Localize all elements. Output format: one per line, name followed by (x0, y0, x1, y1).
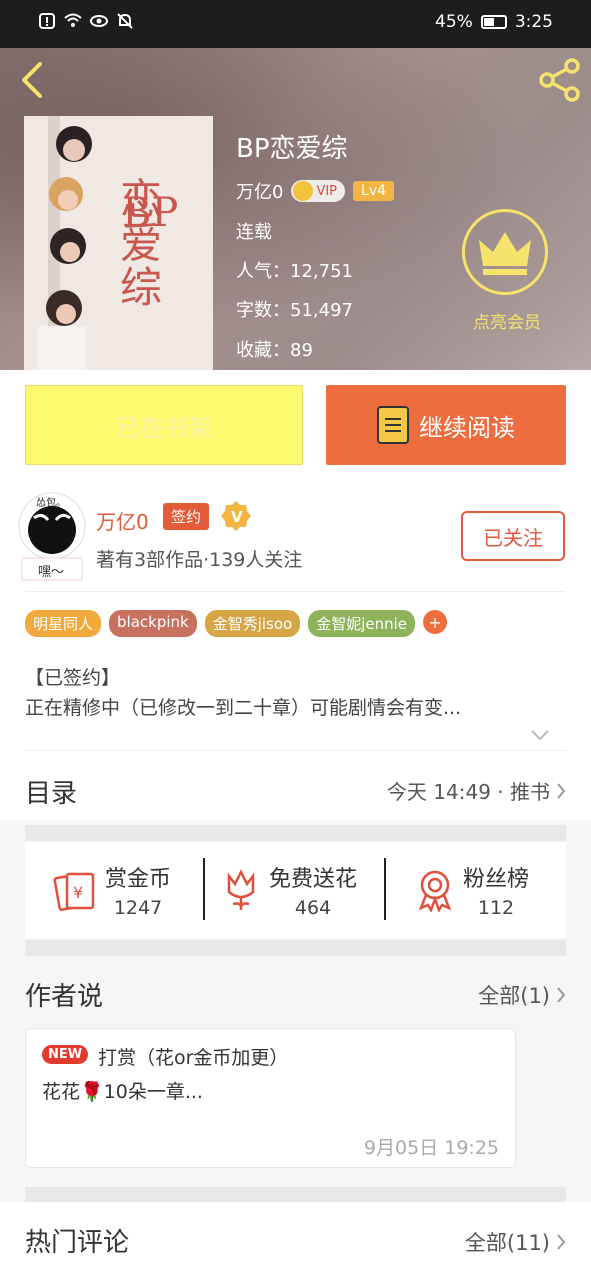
note-title: 打赏（花or金币加更） (98, 1047, 289, 1069)
author-row: 万亿0 VIP Lv4 (236, 178, 395, 204)
synopsis-text[interactable]: 正在精修中（已修改一到二十章）可能剧情会有变... (25, 693, 565, 720)
svg-text:V: V (231, 508, 243, 526)
hot-comments-title: 热门评论 (25, 1228, 130, 1258)
battery-icon (480, 15, 507, 29)
book-title: BP恋爱综 (236, 134, 348, 164)
author-stats: 著有3部作品·139人关注 (96, 549, 303, 571)
verified-badge-icon: V (221, 501, 251, 531)
note-timestamp: 9月05日 19:25 (363, 1137, 499, 1159)
crown-icon (479, 232, 531, 275)
cover-art: BP (24, 116, 213, 370)
book-cover[interactable]: BP 恋爱综 (24, 116, 213, 370)
divider (25, 591, 566, 592)
toc-meta-text: 今天 14:49 · 推书 (386, 780, 550, 804)
fan-ranking-stat[interactable]: 粉丝榜 112 (415, 842, 529, 938)
chevron-right-icon (557, 782, 566, 799)
book-icon (377, 406, 409, 444)
back-arrow-icon[interactable] (16, 60, 48, 100)
wifi-icon (64, 13, 82, 27)
support-stats-bar: ¥ 赏金币 1247 免费送花 464 粉丝榜 112 (25, 842, 566, 938)
chevron-down-icon[interactable] (530, 728, 550, 742)
in-bookshelf-button[interactable]: 已在书架 (25, 385, 303, 465)
comments-more[interactable]: 全部(11) (465, 1227, 566, 1257)
svg-text:¥: ¥ (73, 883, 83, 902)
stat-value: 464 (294, 897, 332, 919)
book-status: 连载 (236, 222, 272, 243)
book-favorites: 收藏：89 (236, 340, 313, 361)
author-name[interactable]: 万亿0 (96, 506, 149, 535)
avatar[interactable]: 怂包。 嘿～ (18, 490, 86, 582)
author-note-card[interactable]: NEW 打赏（花or金币加更） 花花🌹10朵一章... 9月05日 19:25 (25, 1028, 516, 1168)
follow-button[interactable]: 已关注 (461, 511, 565, 561)
synopsis-heading: 【已签约】 (25, 667, 121, 689)
divider (25, 750, 566, 751)
share-icon[interactable] (536, 56, 584, 104)
cover-title-vertical: 恋爱综 (120, 175, 163, 312)
alert-icon (39, 13, 55, 29)
tag-item[interactable]: 明星同人 (25, 610, 102, 637)
new-badge: NEW (42, 1045, 89, 1064)
tag-item[interactable]: blackpink (109, 610, 197, 637)
battery-percent: 45% (435, 12, 473, 32)
vip-badge: VIP (291, 180, 346, 202)
status-bar: 45% 3:25 (0, 0, 591, 48)
author-notes-title: 作者说 (25, 982, 104, 1012)
book-popularity: 人气：12,751 (236, 261, 353, 282)
signed-badge: 签约 (163, 503, 210, 530)
eye-icon (90, 15, 108, 27)
toc-update-info[interactable]: 今天 14:49 · 推书 (387, 776, 566, 805)
comments-count: 全部(11) (464, 1231, 550, 1255)
avatar-caption: 嘿～ (38, 565, 65, 580)
level-badge: Lv4 (353, 181, 395, 201)
status-icons-right: 45% 3:25 (435, 12, 553, 32)
tag-item[interactable]: 金智妮jennie (308, 610, 416, 637)
crown-small-icon (293, 181, 314, 201)
vip-label: VIP (316, 183, 338, 199)
continue-reading-label: 继续阅读 (419, 413, 515, 442)
continue-reading-button[interactable]: 继续阅读 (326, 385, 566, 465)
avatar-top-text: 怂包。 (36, 498, 66, 509)
note-body: 花花🌹10朵一章... (42, 1081, 203, 1103)
author-notes-more[interactable]: 全部(1) (478, 980, 566, 1010)
stat-label: 粉丝榜 (463, 867, 530, 892)
membership-button[interactable] (462, 209, 548, 295)
flower-icon (227, 869, 255, 910)
tag-list: 明星同人 blackpink 金智秀jisoo 金智妮jennie + (25, 610, 448, 637)
stat-label: 免费送花 (269, 867, 358, 892)
author-notes-count: 全部(1) (478, 984, 550, 1008)
chevron-right-icon (557, 1234, 566, 1250)
status-icons-left (38, 12, 134, 30)
stat-separator (203, 858, 205, 920)
clock: 3:25 (514, 12, 553, 32)
medal-icon (418, 870, 452, 912)
stat-value: 1247 (113, 897, 163, 919)
author-name-hero[interactable]: 万亿0 (236, 178, 283, 204)
book-word-count: 字数：51,497 (236, 300, 353, 321)
stat-label: 赏金币 (105, 867, 172, 892)
mute-bell-icon (117, 13, 133, 29)
stat-value: 112 (477, 897, 515, 919)
reward-coins-stat[interactable]: ¥ 赏金币 1247 (53, 842, 171, 938)
section-separator (25, 1187, 566, 1203)
chevron-right-icon (557, 987, 566, 1003)
membership-label[interactable]: 点亮会员 (462, 308, 552, 333)
more-tags-button[interactable]: + (423, 610, 448, 634)
section-separator (25, 825, 566, 841)
table-of-contents-label[interactable]: 目录 (25, 773, 77, 810)
section-separator (25, 940, 566, 956)
tag-item[interactable]: 金智秀jisoo (204, 610, 301, 637)
coin-envelope-icon: ¥ (53, 872, 95, 911)
stat-separator (384, 858, 386, 920)
free-flowers-stat[interactable]: 免费送花 464 (221, 842, 357, 938)
